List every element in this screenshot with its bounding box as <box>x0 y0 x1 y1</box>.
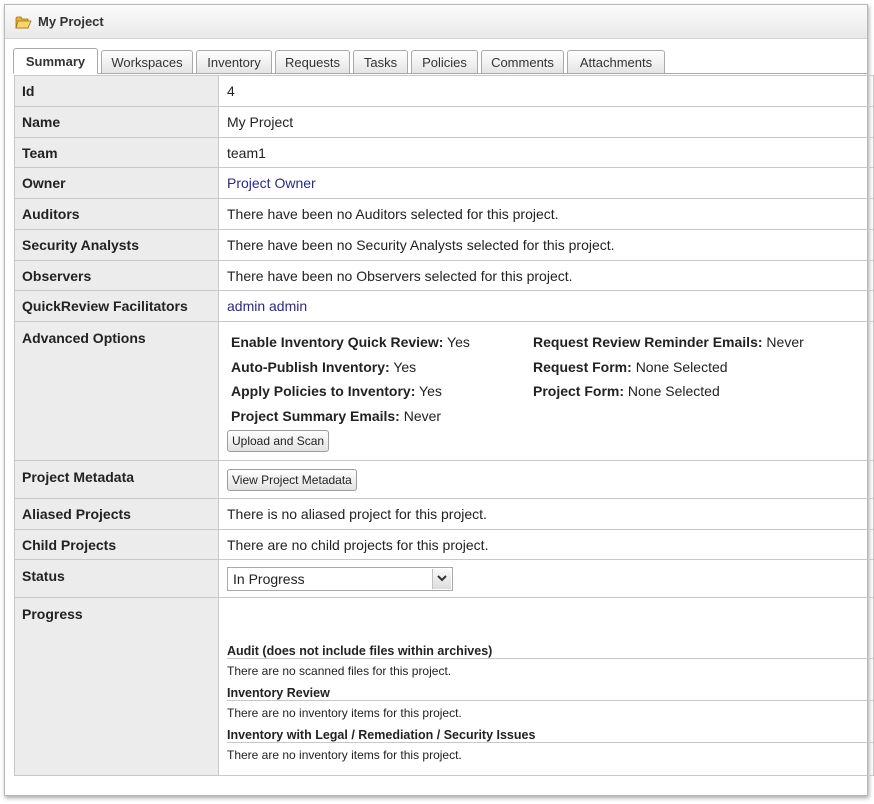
security-analysts-label: Security Analysts <box>14 229 219 261</box>
advanced-options-grid: Enable Inventory Quick Review: Yes Auto-… <box>227 322 865 428</box>
tab-attachments[interactable]: Attachments <box>567 50 665 73</box>
project-summary-table: Id 4 Name My Project Team team1 Owner Pr… <box>14 75 874 776</box>
observers-value: There have been no Observers selected fo… <box>218 260 874 291</box>
row-aliased-projects: Aliased Projects There is no aliased pro… <box>14 498 874 530</box>
option-reminder-emails: Request Review Reminder Emails: Never <box>533 334 804 350</box>
progress-inventory-review-text: There are no inventory items for this pr… <box>227 706 462 720</box>
row-status: Status In Progress <box>14 559 874 598</box>
tab-policies[interactable]: Policies <box>411 50 478 73</box>
option-apply-policies: Apply Policies to Inventory: Yes <box>231 383 442 399</box>
option-request-form: Request Form: None Selected <box>533 358 728 375</box>
aliased-projects-label: Aliased Projects <box>14 498 219 530</box>
child-projects-label: Child Projects <box>14 529 219 560</box>
progress-issues-text: There are no inventory items for this pr… <box>227 748 462 762</box>
tab-workspaces[interactable]: Workspaces <box>101 50 193 73</box>
id-label: Id <box>14 75 219 107</box>
tab-summary[interactable]: Summary <box>13 48 98 74</box>
team-label: Team <box>14 137 219 168</box>
quickreview-link[interactable]: admin admin <box>227 298 307 314</box>
auditors-value: There have been no Auditors selected for… <box>218 198 874 230</box>
view-project-metadata-button[interactable]: View Project Metadata <box>227 468 357 491</box>
name-label: Name <box>14 106 219 138</box>
child-projects-value: There are no child projects for this pro… <box>218 529 874 560</box>
tab-bar: Summary Workspaces Inventory Requests Ta… <box>13 47 867 74</box>
progress-label: Progress <box>14 597 219 776</box>
observers-label: Observers <box>14 260 219 291</box>
progress-audit-title: Audit (does not include files within arc… <box>227 644 873 659</box>
row-observers: Observers There have been no Observers s… <box>14 260 874 291</box>
tab-comments[interactable]: Comments <box>481 50 564 73</box>
row-name: Name My Project <box>14 106 874 138</box>
status-select[interactable]: In Progress <box>227 566 453 591</box>
row-advanced-options: Advanced Options Enable Inventory Quick … <box>14 321 874 461</box>
row-auditors: Auditors There have been no Auditors sel… <box>14 198 874 230</box>
window-title: My Project <box>38 14 104 29</box>
folder-icon <box>15 16 32 28</box>
option-auto-publish: Auto-Publish Inventory: Yes <box>231 358 417 375</box>
row-quickreview: QuickReview Facilitators admin admin <box>14 290 874 322</box>
row-team: Team team1 <box>14 137 874 168</box>
name-value: My Project <box>218 106 874 138</box>
owner-label: Owner <box>14 167 219 199</box>
progress-inventory-review-title: Inventory Review <box>227 686 873 701</box>
progress-issues-title: Inventory with Legal / Remediation / Sec… <box>227 728 873 743</box>
row-security-analysts: Security Analysts There have been no Sec… <box>14 229 874 261</box>
upload-and-scan-button[interactable]: Upload and Scan <box>227 430 330 452</box>
team-value: team1 <box>218 137 874 168</box>
chevron-down-icon <box>432 568 451 589</box>
owner-link[interactable]: Project Owner <box>227 175 316 191</box>
advanced-options-label: Advanced Options <box>14 321 219 461</box>
row-id: Id 4 <box>14 75 874 107</box>
row-owner: Owner Project Owner <box>14 167 874 199</box>
option-quick-review: Enable Inventory Quick Review: Yes <box>231 334 470 350</box>
project-metadata-label: Project Metadata <box>14 460 219 499</box>
row-project-metadata: Project Metadata View Project Metadata <box>14 460 874 499</box>
row-progress: Progress Audit (does not include files w… <box>14 597 874 776</box>
security-analysts-value: There have been no Security Analysts sel… <box>218 229 874 261</box>
option-summary-emails: Project Summary Emails: Never <box>231 407 442 424</box>
row-child-projects: Child Projects There are no child projec… <box>14 529 874 560</box>
quickreview-label: QuickReview Facilitators <box>14 290 219 322</box>
tab-inventory[interactable]: Inventory <box>196 50 272 73</box>
id-value: 4 <box>218 75 874 107</box>
advanced-options-col2: Request Review Reminder Emails: Never Re… <box>533 330 804 428</box>
option-project-form: Project Form: None Selected <box>533 383 720 399</box>
status-label: Status <box>14 559 219 598</box>
title-bar: My Project <box>5 5 867 39</box>
tab-requests[interactable]: Requests <box>275 50 350 73</box>
auditors-label: Auditors <box>14 198 219 230</box>
tab-tasks[interactable]: Tasks <box>353 50 408 73</box>
aliased-projects-value: There is no aliased project for this pro… <box>218 498 874 530</box>
progress-content: Audit (does not include files within arc… <box>218 597 874 776</box>
status-selected-value: In Progress <box>233 570 305 587</box>
progress-audit-text: There are no scanned files for this proj… <box>227 664 452 678</box>
advanced-options-col1: Enable Inventory Quick Review: Yes Auto-… <box>227 330 533 428</box>
